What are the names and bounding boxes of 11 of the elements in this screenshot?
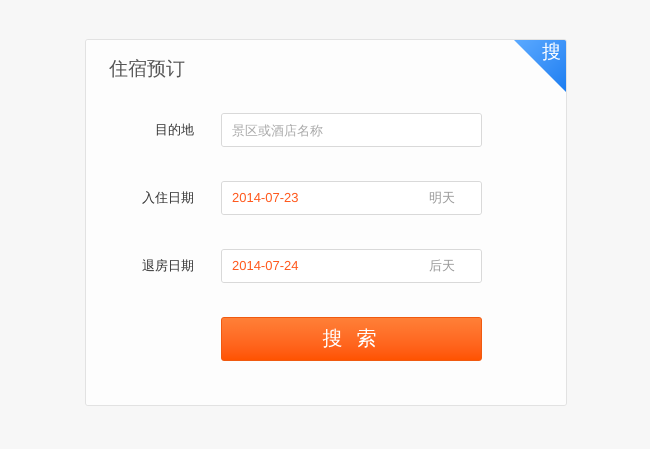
field-label: 目的地 — [154, 121, 194, 140]
field-label: 入住日期 — [141, 189, 194, 208]
corner-badge: 搜 — [514, 40, 566, 92]
input-field[interactable]: 景区或酒店名称 — [221, 113, 482, 147]
day-hint: 后天 — [429, 257, 455, 276]
search-button[interactable]: 搜 索 — [221, 317, 482, 361]
day-hint: 明天 — [429, 189, 455, 208]
form-title: 住宿预订 — [109, 58, 185, 82]
date-field[interactable]: 2014-07-23 明天 — [221, 181, 482, 215]
field-label: 退房日期 — [141, 257, 194, 276]
date-field[interactable]: 2014-07-24 后天 — [221, 249, 482, 283]
